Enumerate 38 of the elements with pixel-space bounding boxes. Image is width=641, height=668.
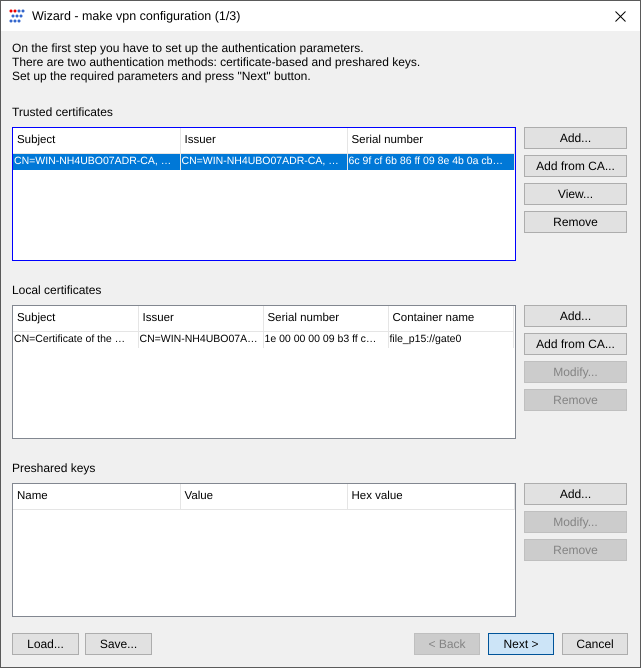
- table-cell[interactable]: file_p15://gate0: [388, 331, 513, 348]
- button[interactable]: Add...: [524, 483, 627, 505]
- app-icon: [9, 9, 25, 23]
- column-header[interactable]: Hex value: [347, 484, 514, 509]
- close-icon[interactable]: [615, 10, 626, 22]
- table-cell[interactable]: CN=Certificate of the …: [13, 331, 138, 348]
- button[interactable]: Load...: [12, 633, 79, 655]
- button[interactable]: Next >: [488, 633, 554, 655]
- button[interactable]: Add...: [524, 305, 627, 327]
- instruction-text: On the first step you have to set up the authentication parameters. There are two authentication methods: certificate-based and preshared keys. Set up the required parameters and press "Next" button.: [12, 41, 422, 83]
- column-header[interactable]: Value: [180, 484, 347, 509]
- list-view[interactable]: Subject Issuer Serial number CN=WIN-NH4UBO07ADR-CA, … CN=WIN-NH4UBO07ADR-CA, … 6c 9f cf 6b 86 ff 09 8e 4b 0a cb…: [12, 127, 516, 261]
- section-label: Local certificates: [12, 282, 102, 299]
- table-cell[interactable]: CN=WIN-NH4UBO07ADR-CA, …: [180, 153, 347, 170]
- button[interactable]: View...: [524, 183, 627, 205]
- table-cell[interactable]: 6c 9f cf 6b 86 ff 09 8e 4b 0a cb…: [347, 153, 514, 170]
- section-label: Trusted certificates: [12, 104, 113, 121]
- button[interactable]: Add...: [524, 127, 627, 149]
- list-view[interactable]: Name Value Hex value: [12, 483, 516, 617]
- column-header[interactable]: Issuer: [138, 306, 263, 331]
- button[interactable]: Save...: [85, 633, 152, 655]
- column-header[interactable]: Serial number: [347, 128, 514, 153]
- window-title: Wizard - make vpn configuration (1/3): [32, 8, 240, 25]
- table-cell[interactable]: 1e 00 00 00 09 b3 ff c…: [263, 331, 388, 348]
- column-header[interactable]: Serial number: [263, 306, 388, 331]
- column-header[interactable]: Subject: [13, 306, 138, 331]
- button[interactable]: Remove: [524, 211, 627, 233]
- button[interactable]: Add from CA...: [524, 155, 627, 177]
- column-header[interactable]: Issuer: [180, 128, 347, 153]
- table-cell[interactable]: CN=WIN-NH4UBO07A…: [138, 331, 263, 348]
- column-header[interactable]: Container name: [388, 306, 513, 331]
- section-label: Preshared keys: [12, 460, 96, 477]
- column-header[interactable]: Name: [13, 484, 180, 509]
- button[interactable]: Add from CA...: [524, 333, 627, 355]
- list-view[interactable]: Subject Issuer Serial number Container name CN=Certificate of the … CN=WIN-NH4UBO07A… 1e 00 00 00 09 b3 ff c… file_p15://gate0: [12, 305, 516, 439]
- column-header[interactable]: Subject: [13, 128, 180, 153]
- button[interactable]: Cancel: [562, 633, 628, 655]
- table-cell[interactable]: CN=WIN-NH4UBO07ADR-CA, …: [13, 153, 180, 170]
